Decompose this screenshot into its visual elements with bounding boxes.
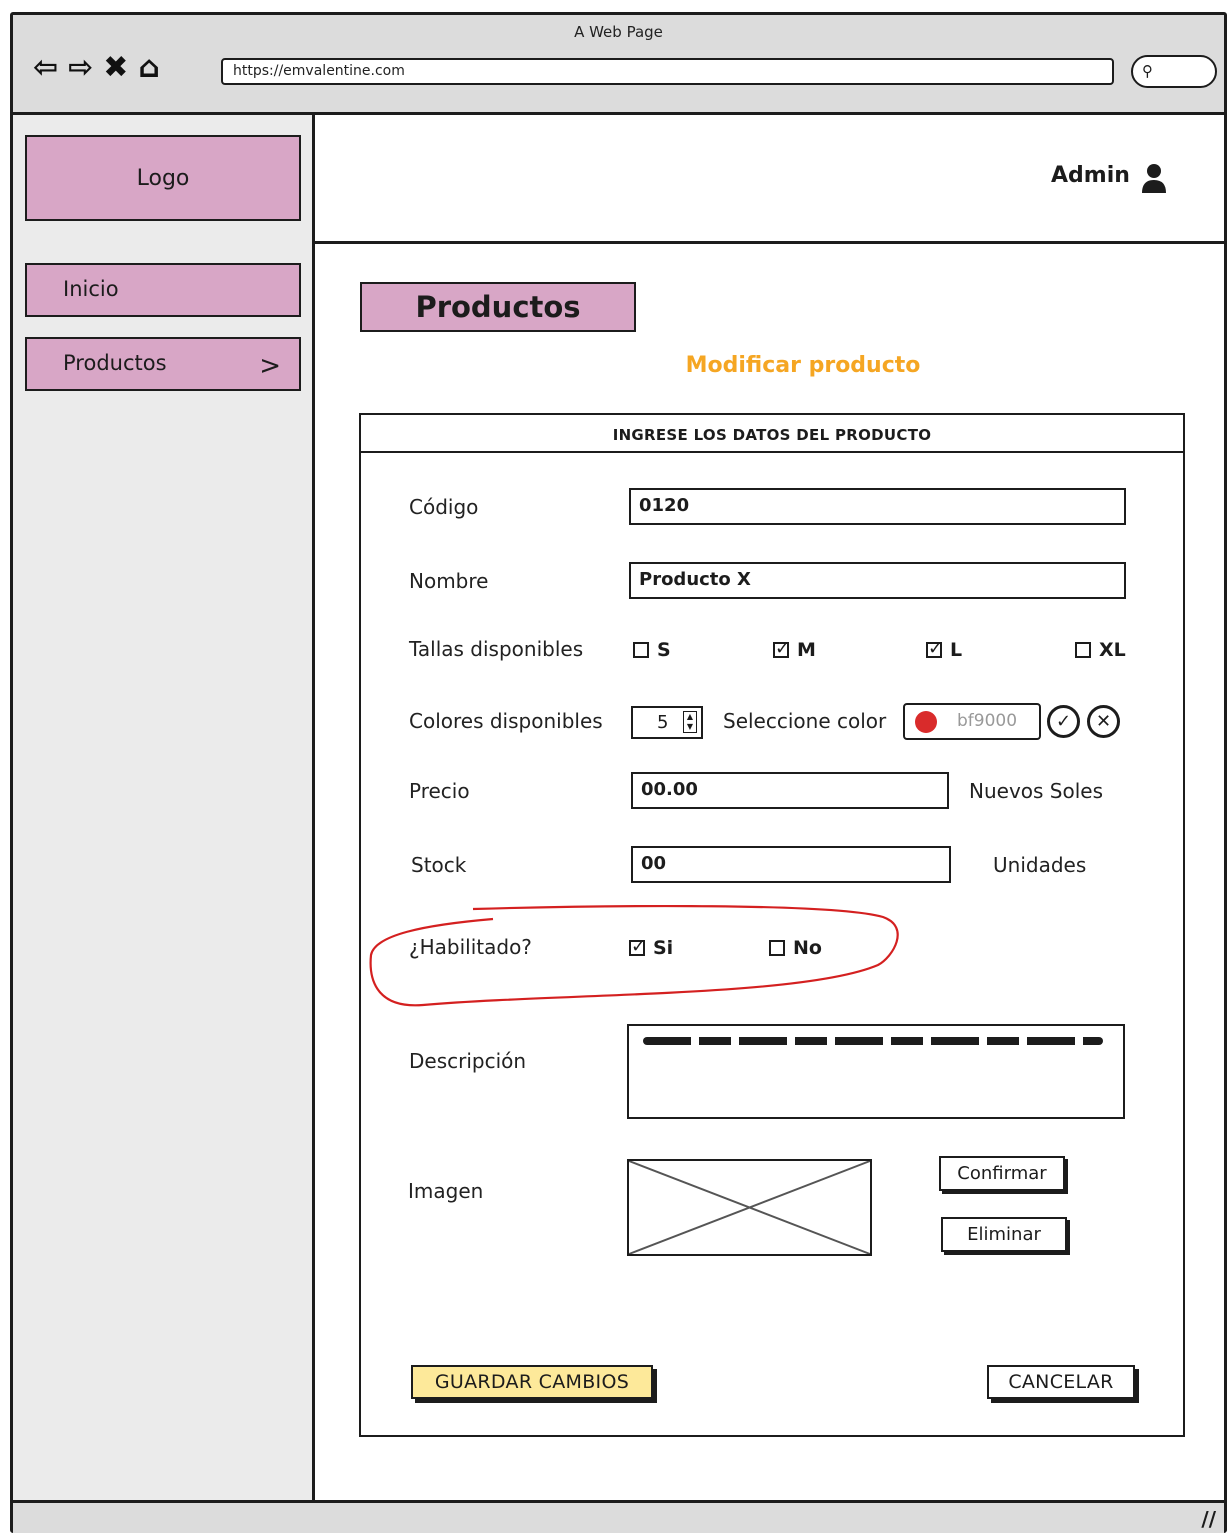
stepper-arrows-icon[interactable]: ▲ ▼ [683,711,697,733]
talla-xl-checkbox[interactable]: XL [1075,639,1126,661]
talla-m-checkbox[interactable]: M [773,638,816,661]
checkbox-box [773,638,790,659]
sidebar-item-label: Inicio [63,277,119,301]
talla-l-checkbox[interactable]: L [926,638,963,661]
sidebar-item-productos[interactable]: Productos > [25,337,301,391]
color-swatch [915,711,937,733]
stock-input[interactable]: 00 [631,846,951,883]
nombre-label: Nombre [409,569,489,593]
annotation-highlight [369,905,899,1007]
browser-nav: ⇦ ⇨ ✖ ⌂ [33,53,160,83]
seleccione-color-label: Seleccione color [723,709,887,733]
checkbox-label: XL [1099,639,1126,661]
sidebar: Logo Inicio Productos > [13,115,315,1500]
stock-unit: Unidades [993,853,1087,877]
nombre-input[interactable]: Producto X [629,562,1126,599]
search-icon: ⚲ [1142,62,1153,80]
precio-input[interactable]: 00.00 [631,772,949,809]
confirm-color-icon[interactable]: ✓ [1047,705,1080,738]
image-placeholder[interactable] [627,1159,872,1256]
stock-label: Stock [411,853,467,877]
tallas-label: Tallas disponibles [409,637,584,661]
codigo-input[interactable]: 0120 [629,488,1126,525]
user-name[interactable]: Admin [1051,163,1130,188]
url-bar[interactable]: https://emvalentine.com [221,58,1114,85]
home-icon[interactable]: ⌂ [138,53,159,83]
window-title: A Web Page [574,23,663,41]
imagen-label: Imagen [408,1179,484,1203]
descripcion-label: Descripción [409,1049,527,1073]
form-subtitle: Modificar producto [685,353,921,378]
browser-titlebar: A Web Page ⇦ ⇨ ✖ ⌂ https://emvalentine.c… [13,15,1224,115]
browser-search-button[interactable]: ⚲ [1131,55,1217,88]
cancel-button[interactable]: CANCELAR [987,1365,1135,1399]
checkbox-label: M [797,639,816,661]
remove-color-icon[interactable]: ✕ [1087,705,1120,738]
precio-label: Precio [409,779,470,803]
colores-label: Colores disponibles [409,709,603,733]
descripcion-textarea[interactable] [627,1024,1125,1119]
talla-s-checkbox[interactable]: S [633,639,671,661]
sidebar-item-label: Productos [63,351,167,375]
eliminar-button[interactable]: Eliminar [941,1217,1067,1252]
checkbox-box [633,642,649,658]
stepper-value: 5 [657,712,669,733]
confirmar-button[interactable]: Confirmar [939,1156,1065,1191]
color-hex: bf9000 [957,711,1018,731]
forward-arrow-icon[interactable]: ⇨ [68,53,93,83]
chevron-right-icon: > [259,351,281,381]
browser-window: A Web Page ⇦ ⇨ ✖ ⌂ https://emvalentine.c… [10,12,1227,1533]
color-picker[interactable]: bf9000 [903,703,1041,740]
scribbled-text [643,1037,1103,1045]
resize-grip-icon[interactable]: // [1201,1507,1216,1531]
header-divider [315,241,1227,244]
user-icon[interactable] [1141,163,1167,193]
form-header: INGRESE LOS DATOS DEL PRODUCTO [361,415,1183,453]
codigo-label: Código [409,495,479,519]
colores-stepper[interactable]: 5 ▲ ▼ [631,706,703,739]
checkbox-label: L [950,639,963,661]
back-arrow-icon[interactable]: ⇦ [33,53,58,83]
checkbox-label: S [657,639,671,661]
close-icon[interactable]: ✖ [103,53,128,83]
status-bar: // [13,1500,1224,1533]
save-button[interactable]: GUARDAR CAMBIOS [411,1365,653,1399]
checkbox-box [926,638,943,659]
checkbox-box [1075,642,1091,658]
sidebar-item-inicio[interactable]: Inicio [25,263,301,317]
logo[interactable]: Logo [25,135,301,221]
page-title: Productos [360,282,636,332]
precio-unit: Nuevos Soles [969,779,1104,803]
